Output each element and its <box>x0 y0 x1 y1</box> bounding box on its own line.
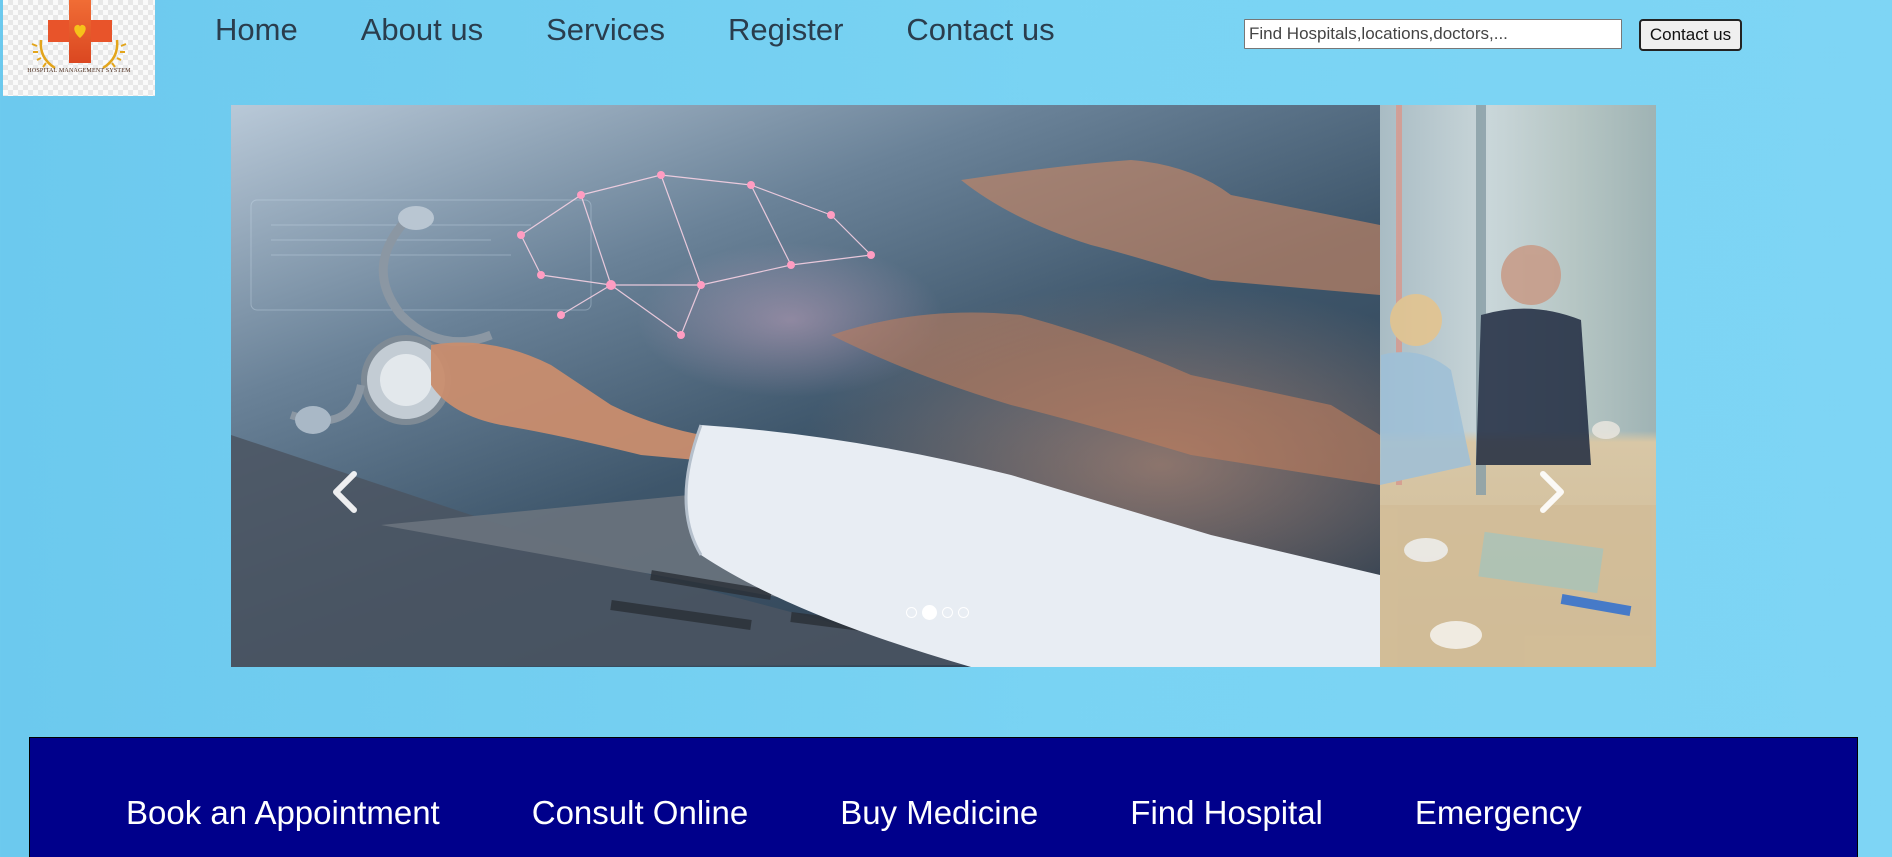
contact-us-button[interactable]: Contact us <box>1639 19 1742 51</box>
search-input[interactable] <box>1244 19 1622 49</box>
logo-text: HOSPITAL MANAGEMENT SYSTEM <box>27 68 131 74</box>
consult-online-link[interactable]: Consult Online <box>532 793 748 833</box>
nav-contact-us[interactable]: Contact us <box>906 10 1054 50</box>
red-cross-heart-icon <box>31 0 127 70</box>
carousel-dot-2[interactable] <box>922 605 937 620</box>
carousel-dot-1[interactable] <box>906 607 917 618</box>
nav-home[interactable]: Home <box>215 10 298 50</box>
carousel-indicators <box>906 605 969 620</box>
quick-links: Book an Appointment Consult Online Buy M… <box>126 793 1674 833</box>
find-hospital-link[interactable]: Find Hospital <box>1130 793 1323 833</box>
carousel-dot-3[interactable] <box>942 607 953 618</box>
carousel-dot-4[interactable] <box>958 607 969 618</box>
carousel-scene-illustration <box>231 105 1656 667</box>
nav-register[interactable]: Register <box>728 10 843 50</box>
chevron-right-icon[interactable] <box>1531 470 1571 514</box>
nav-about-us[interactable]: About us <box>361 10 483 50</box>
nav-services[interactable]: Services <box>546 10 665 50</box>
emergency-link[interactable]: Emergency <box>1415 793 1582 833</box>
book-appointment-link[interactable]: Book an Appointment <box>126 793 440 833</box>
main-nav: Home About us Services Register Contact … <box>215 10 1118 50</box>
buy-medicine-link[interactable]: Buy Medicine <box>840 793 1038 833</box>
quick-links-bar: Book an Appointment Consult Online Buy M… <box>29 737 1858 857</box>
chevron-left-icon[interactable] <box>326 470 366 514</box>
hero-carousel[interactable] <box>231 105 1656 667</box>
site-logo[interactable]: HOSPITAL MANAGEMENT SYSTEM <box>3 0 155 96</box>
